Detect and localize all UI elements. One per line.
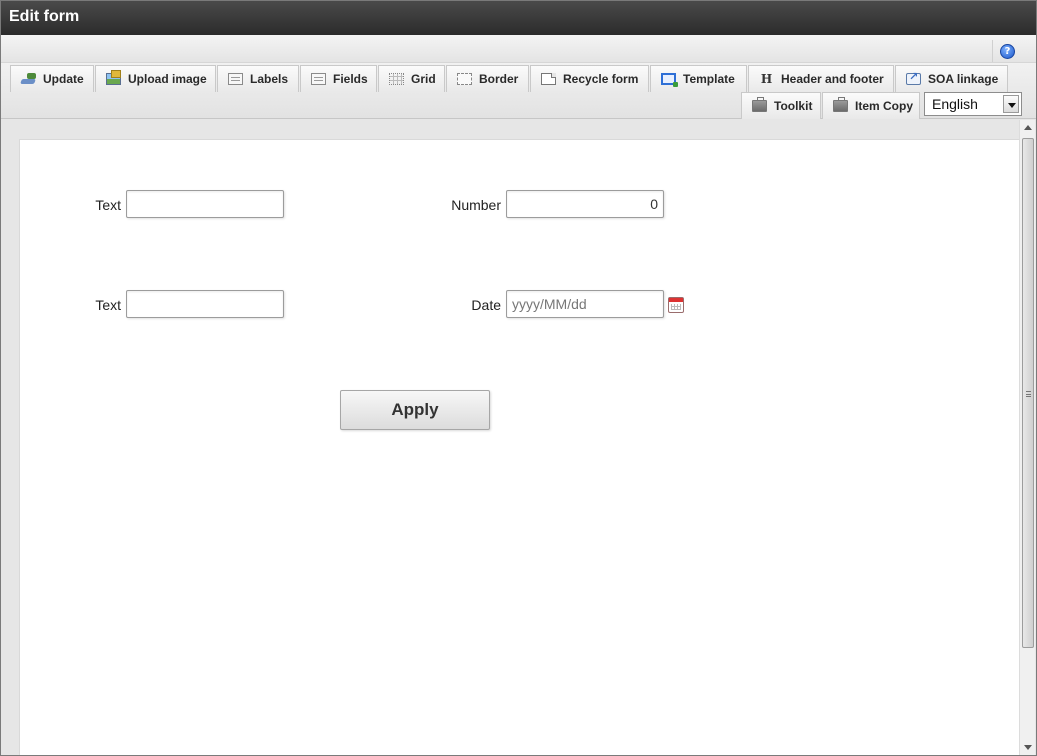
number-field[interactable]: 0: [506, 190, 664, 218]
form-canvas: Text Number 0 Text Date yyyy/MM/dd Apply: [19, 139, 1020, 755]
workspace: Text Number 0 Text Date yyyy/MM/dd Apply: [1, 120, 1020, 755]
item-copy-label: Item Copy: [855, 99, 914, 113]
fields-label: Fields: [333, 72, 368, 86]
fields-button[interactable]: Fields: [300, 65, 377, 92]
toolbox-icon: [752, 97, 767, 112]
help-icon: ?: [1000, 43, 1015, 59]
fields-icon: [311, 73, 326, 85]
apply-button[interactable]: Apply: [340, 390, 490, 430]
header-footer-label: Header and footer: [781, 72, 884, 86]
update-icon: [21, 73, 36, 85]
toolkit-button[interactable]: Toolkit: [741, 92, 821, 119]
text-field-2[interactable]: [126, 290, 284, 318]
update-button[interactable]: Update: [10, 65, 94, 92]
date-field[interactable]: yyyy/MM/dd: [506, 290, 664, 318]
soa-linkage-label: SOA linkage: [928, 72, 999, 86]
scrollbar-thumb[interactable]: [1022, 138, 1034, 648]
border-icon: [457, 73, 472, 85]
help-bar: ?: [1, 35, 1036, 63]
recycle-form-button[interactable]: Recycle form: [530, 65, 649, 92]
link-icon: [906, 70, 921, 85]
toolbox-icon: [833, 97, 848, 112]
labels-icon: [228, 73, 243, 85]
language-select[interactable]: English: [924, 92, 1022, 116]
template-button[interactable]: Template: [650, 65, 747, 92]
text-field-1-label: Text: [95, 197, 121, 213]
upload-image-label: Upload image: [128, 72, 207, 86]
grid-icon: [389, 73, 404, 85]
labels-label: Labels: [250, 72, 289, 86]
vertical-scrollbar[interactable]: [1019, 120, 1035, 755]
header-footer-button[interactable]: H Header and footer: [748, 65, 894, 92]
number-field-label: Number: [451, 197, 501, 213]
text-field-2-label: Text: [95, 297, 121, 313]
edit-form-window: Edit form ? Update Upload image Labels F…: [0, 0, 1037, 756]
language-selected-value: English: [932, 96, 978, 112]
template-icon: [661, 73, 678, 87]
image-icon: [106, 70, 121, 85]
toolkit-label: Toolkit: [774, 99, 813, 113]
template-label: Template: [683, 72, 735, 86]
calendar-icon[interactable]: [668, 297, 684, 313]
window-title: Edit form: [1, 1, 1036, 35]
upload-image-button[interactable]: Upload image: [95, 65, 216, 92]
recycle-form-label: Recycle form: [563, 72, 639, 86]
grid-button[interactable]: Grid: [378, 65, 445, 92]
labels-button[interactable]: Labels: [217, 65, 299, 92]
chevron-down-icon[interactable]: [1003, 95, 1019, 113]
item-copy-button[interactable]: Item Copy: [822, 92, 920, 119]
date-field-label: Date: [471, 297, 501, 313]
grid-label: Grid: [411, 72, 436, 86]
border-button[interactable]: Border: [446, 65, 529, 92]
text-field-1[interactable]: [126, 190, 284, 218]
update-label: Update: [43, 72, 84, 86]
scroll-down-icon[interactable]: [1024, 745, 1032, 750]
border-label: Border: [479, 72, 519, 86]
header-icon: H: [760, 72, 773, 86]
toolbar: Update Upload image Labels Fields Grid B…: [1, 63, 1036, 119]
help-button[interactable]: ?: [992, 40, 1022, 62]
grip-icon: [1026, 391, 1031, 397]
soa-linkage-button[interactable]: SOA linkage: [895, 65, 1008, 92]
document-icon: [541, 73, 556, 85]
scroll-up-icon[interactable]: [1024, 125, 1032, 130]
